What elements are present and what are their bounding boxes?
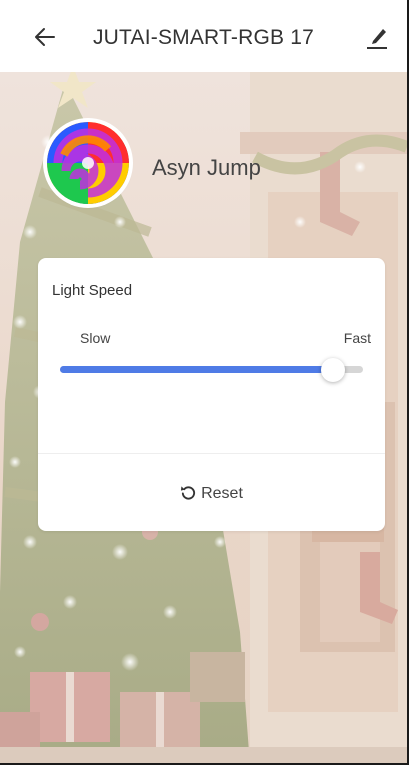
speed-slider-fill [60,366,333,373]
device-title: JUTAI-SMART-RGB 17 [92,26,315,49]
pencil-icon[interactable] [364,24,390,50]
slow-label: Slow [80,330,111,346]
reset-button[interactable]: Reset [38,484,385,503]
reset-label: Reset [201,485,243,502]
fast-label: Fast [343,330,371,346]
speed-slider-track[interactable] [60,366,363,373]
mode-name: Asyn Jump [152,155,261,180]
app-screen: JUTAI-SMART-RGB 17 Asyn Jump Light Speed… [0,0,409,765]
color-swirl-icon [47,122,129,204]
mode-color-icon[interactable] [47,122,129,204]
card-divider [38,453,385,454]
speed-slider-thumb[interactable] [320,358,345,382]
rotate-left-icon [181,486,196,500]
speed-card: Light Speed Slow Fast Reset [38,258,385,531]
app-header: JUTAI-SMART-RGB 17 [0,0,407,72]
card-title: Light Speed [52,282,133,299]
